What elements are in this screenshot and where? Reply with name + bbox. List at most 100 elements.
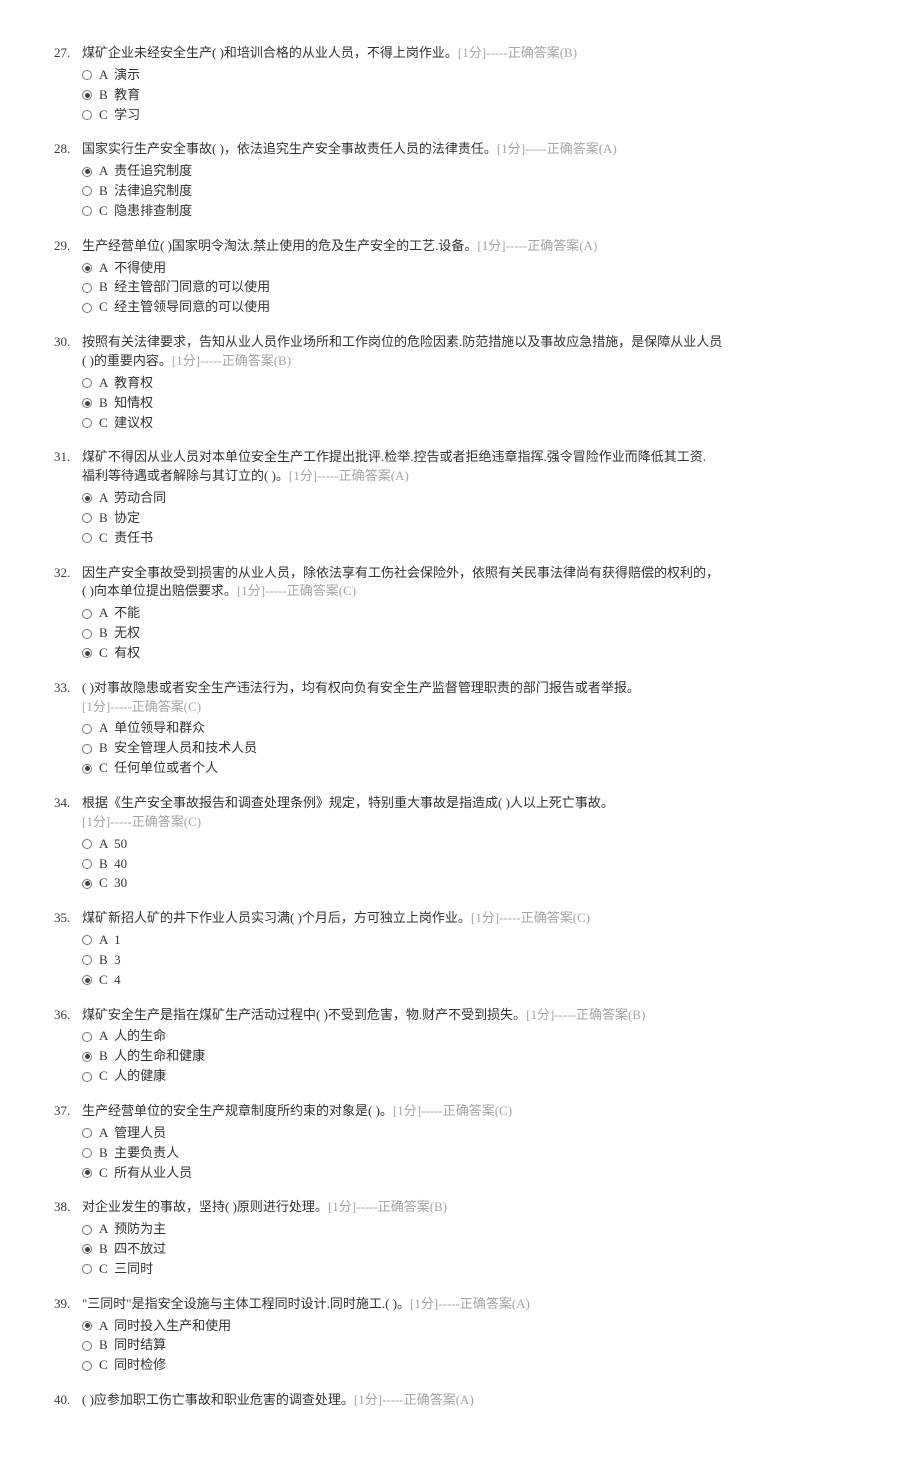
radio-icon[interactable] <box>82 648 92 658</box>
option[interactable]: B 主要负责人 <box>82 1144 884 1163</box>
question: 33.( )对事故隐患或者安全生产违法行为，均有权向负有安全生产监督管理职责的部… <box>54 679 884 778</box>
option[interactable]: C 人的健康 <box>82 1067 884 1086</box>
option[interactable]: A 单位领导和群众 <box>82 719 884 738</box>
radio-icon[interactable] <box>82 70 92 80</box>
option[interactable]: B 法律追究制度 <box>82 182 884 201</box>
option[interactable]: B 同时结算 <box>82 1336 884 1355</box>
radio-icon[interactable] <box>82 609 92 619</box>
radio-icon[interactable] <box>82 283 92 293</box>
radio-icon[interactable] <box>82 1148 92 1158</box>
question-number: 35. <box>54 909 82 928</box>
option[interactable]: A 管理人员 <box>82 1124 884 1143</box>
radio-icon[interactable] <box>82 513 92 523</box>
option[interactable]: A 不得使用 <box>82 259 884 278</box>
options: A 50B 40C 30 <box>82 835 884 894</box>
option[interactable]: C 任何单位或者个人 <box>82 759 884 778</box>
question-text: 国家实行生产安全事故( )，依法追究生产安全事故责任人员的法律责任。[1分]--… <box>82 140 884 159</box>
radio-icon[interactable] <box>82 724 92 734</box>
option-label: C 4 <box>99 971 121 990</box>
radio-icon[interactable] <box>82 1052 92 1062</box>
option-label: B 知情权 <box>99 394 153 413</box>
option[interactable]: B 协定 <box>82 509 884 528</box>
radio-icon[interactable] <box>82 839 92 849</box>
option-label: A 1 <box>99 931 121 950</box>
option[interactable]: C 隐患排查制度 <box>82 202 884 221</box>
radio-icon[interactable] <box>82 110 92 120</box>
option[interactable]: B 教育 <box>82 86 884 105</box>
option-label: C 责任书 <box>99 529 153 548</box>
radio-icon[interactable] <box>82 1128 92 1138</box>
option[interactable]: B 人的生命和健康 <box>82 1047 884 1066</box>
radio-icon[interactable] <box>82 186 92 196</box>
option[interactable]: C 责任书 <box>82 529 884 548</box>
option[interactable]: A 50 <box>82 835 884 854</box>
radio-icon[interactable] <box>82 764 92 774</box>
option[interactable]: A 同时投入生产和使用 <box>82 1317 884 1336</box>
question-number: 36. <box>54 1006 82 1025</box>
radio-icon[interactable] <box>82 1032 92 1042</box>
option[interactable]: B 知情权 <box>82 394 884 413</box>
option[interactable]: C 学习 <box>82 106 884 125</box>
option[interactable]: C 有权 <box>82 644 884 663</box>
radio-icon[interactable] <box>82 303 92 313</box>
option-label: A 管理人员 <box>99 1124 166 1143</box>
option-label: C 三同时 <box>99 1260 153 1279</box>
radio-icon[interactable] <box>82 629 92 639</box>
option[interactable]: B 经主管部门同意的可以使用 <box>82 278 884 297</box>
radio-icon[interactable] <box>82 206 92 216</box>
radio-icon[interactable] <box>82 1361 92 1371</box>
radio-icon[interactable] <box>82 1341 92 1351</box>
radio-icon[interactable] <box>82 378 92 388</box>
option[interactable]: B 3 <box>82 951 884 970</box>
radio-icon[interactable] <box>82 263 92 273</box>
option[interactable]: C 30 <box>82 874 884 893</box>
option[interactable]: C 经主管领导同意的可以使用 <box>82 298 884 317</box>
option[interactable]: C 建议权 <box>82 414 884 433</box>
option[interactable]: B 四不放过 <box>82 1240 884 1259</box>
option[interactable]: A 1 <box>82 931 884 950</box>
radio-icon[interactable] <box>82 533 92 543</box>
option[interactable]: A 不能 <box>82 604 884 623</box>
radio-icon[interactable] <box>82 955 92 965</box>
option-label: A 预防为主 <box>99 1220 166 1239</box>
radio-icon[interactable] <box>82 1225 92 1235</box>
radio-icon[interactable] <box>82 493 92 503</box>
option[interactable]: B 40 <box>82 855 884 874</box>
option[interactable]: A 人的生命 <box>82 1027 884 1046</box>
radio-icon[interactable] <box>82 398 92 408</box>
radio-icon[interactable] <box>82 90 92 100</box>
radio-icon[interactable] <box>82 935 92 945</box>
radio-icon[interactable] <box>82 1072 92 1082</box>
option[interactable]: A 预防为主 <box>82 1220 884 1239</box>
question-number: 32. <box>54 564 82 583</box>
question: 35.煤矿新招人矿的井下作业人员实习满( )个月后，方可独立上岗作业。[1分]-… <box>54 909 884 989</box>
radio-icon[interactable] <box>82 879 92 889</box>
option-label: A 同时投入生产和使用 <box>99 1317 231 1336</box>
score-and-answer: [1分]-----正确答案(C) <box>82 814 201 829</box>
radio-icon[interactable] <box>82 975 92 985</box>
radio-icon[interactable] <box>82 167 92 177</box>
radio-icon[interactable] <box>82 1244 92 1254</box>
radio-icon[interactable] <box>82 1168 92 1178</box>
option[interactable]: A 教育权 <box>82 374 884 393</box>
option-label: C 同时检修 <box>99 1356 166 1375</box>
option[interactable]: B 安全管理人员和技术人员 <box>82 739 884 758</box>
radio-icon[interactable] <box>82 1321 92 1331</box>
option-label: A 责任追究制度 <box>99 162 192 181</box>
option[interactable]: C 所有从业人员 <box>82 1164 884 1183</box>
score-and-answer: [1分]-----正确答案(A) <box>289 468 409 483</box>
option[interactable]: C 4 <box>82 971 884 990</box>
radio-icon[interactable] <box>82 744 92 754</box>
option[interactable]: A 劳动合同 <box>82 489 884 508</box>
radio-icon[interactable] <box>82 1264 92 1274</box>
radio-icon[interactable] <box>82 859 92 869</box>
option[interactable]: B 无权 <box>82 624 884 643</box>
question: 40.( )应参加职工伤亡事故和职业危害的调查处理。[1分]-----正确答案(… <box>54 1391 884 1410</box>
option[interactable]: A 责任追究制度 <box>82 162 884 181</box>
question-number: 34. <box>54 794 82 813</box>
radio-icon[interactable] <box>82 418 92 428</box>
options: A 不能B 无权C 有权 <box>82 604 884 663</box>
option[interactable]: C 同时检修 <box>82 1356 884 1375</box>
option[interactable]: A 演示 <box>82 66 884 85</box>
option[interactable]: C 三同时 <box>82 1260 884 1279</box>
